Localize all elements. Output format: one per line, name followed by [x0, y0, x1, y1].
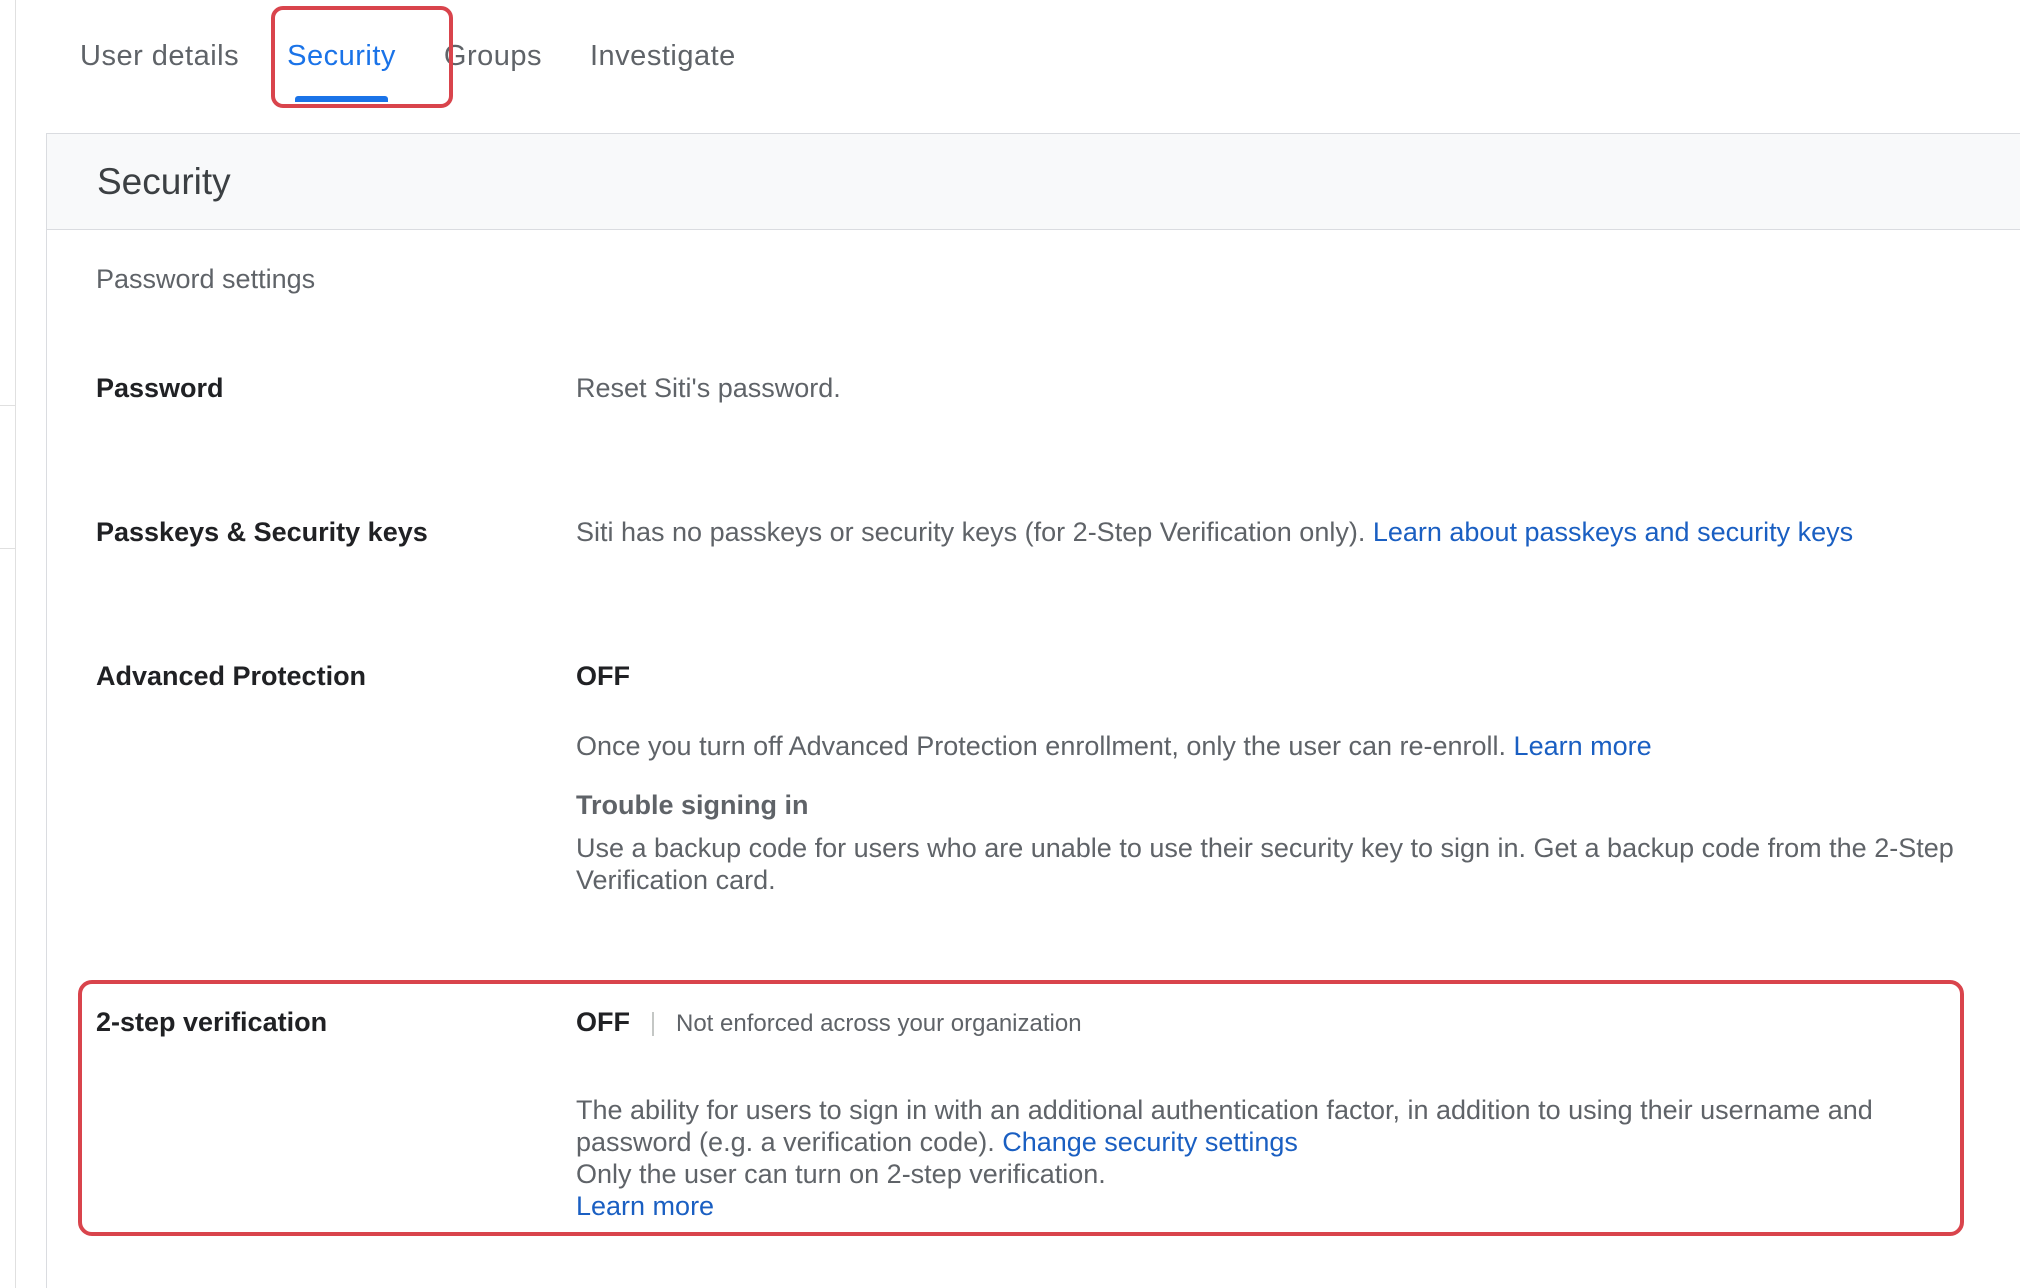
- two-step-status-line: OFF Not enforced across your organization: [576, 1006, 1082, 1040]
- tab-bar: User details Security Groups Investigate: [56, 0, 760, 112]
- passkeys-learn-link[interactable]: Learn about passkeys and security keys: [1373, 517, 1853, 547]
- advanced-protection-learn-more[interactable]: Learn more: [1514, 731, 1652, 761]
- trouble-signing-in-title: Trouble signing in: [576, 790, 809, 820]
- trouble-signing-in-text: Use a backup code for users who are unab…: [576, 833, 1954, 895]
- passkeys-text: Siti has no passkeys or security keys (f…: [576, 517, 1366, 547]
- tab-security[interactable]: Security: [263, 0, 420, 112]
- advanced-protection-desc: Once you turn off Advanced Protection en…: [576, 731, 1507, 761]
- passkeys-value: Siti has no passkeys or security keys (f…: [576, 516, 1853, 548]
- tab-investigate[interactable]: Investigate: [566, 0, 760, 112]
- card-title: Security: [97, 160, 231, 202]
- passkeys-label: Passkeys & Security keys: [96, 517, 428, 547]
- rail-divider: [0, 548, 16, 549]
- left-rail: [0, 0, 16, 1288]
- password-label: Password: [96, 373, 224, 403]
- advanced-protection-text: Once you turn off Advanced Protection en…: [576, 730, 1652, 762]
- reset-password-link[interactable]: Reset Siti's password.: [576, 372, 841, 404]
- two-step-description: The ability for users to sign in with an…: [576, 1094, 1956, 1222]
- two-step-label: 2-step verification: [96, 1007, 328, 1037]
- two-step-learn-more[interactable]: Learn more: [576, 1191, 714, 1221]
- change-security-settings-link[interactable]: Change security settings: [1002, 1127, 1298, 1157]
- advanced-protection-status: OFF: [576, 661, 630, 691]
- active-tab-indicator: [295, 96, 388, 102]
- tab-label: Investigate: [590, 39, 736, 72]
- tab-label: Groups: [443, 39, 542, 72]
- section-title: Password settings: [96, 264, 316, 294]
- two-step-enforcement: Not enforced across your organization: [676, 1010, 1082, 1037]
- tab-label: Security: [287, 39, 396, 72]
- card-header: Security: [47, 134, 2020, 230]
- two-step-status: OFF: [576, 1007, 630, 1037]
- status-separator: [652, 1011, 654, 1036]
- advanced-protection-label: Advanced Protection: [96, 661, 367, 691]
- tab-label: User details: [80, 39, 240, 72]
- rail-divider: [0, 405, 16, 406]
- tab-groups[interactable]: Groups: [420, 0, 566, 112]
- two-step-note: Only the user can turn on 2-step verific…: [576, 1159, 1106, 1189]
- tab-user-details[interactable]: User details: [56, 0, 263, 112]
